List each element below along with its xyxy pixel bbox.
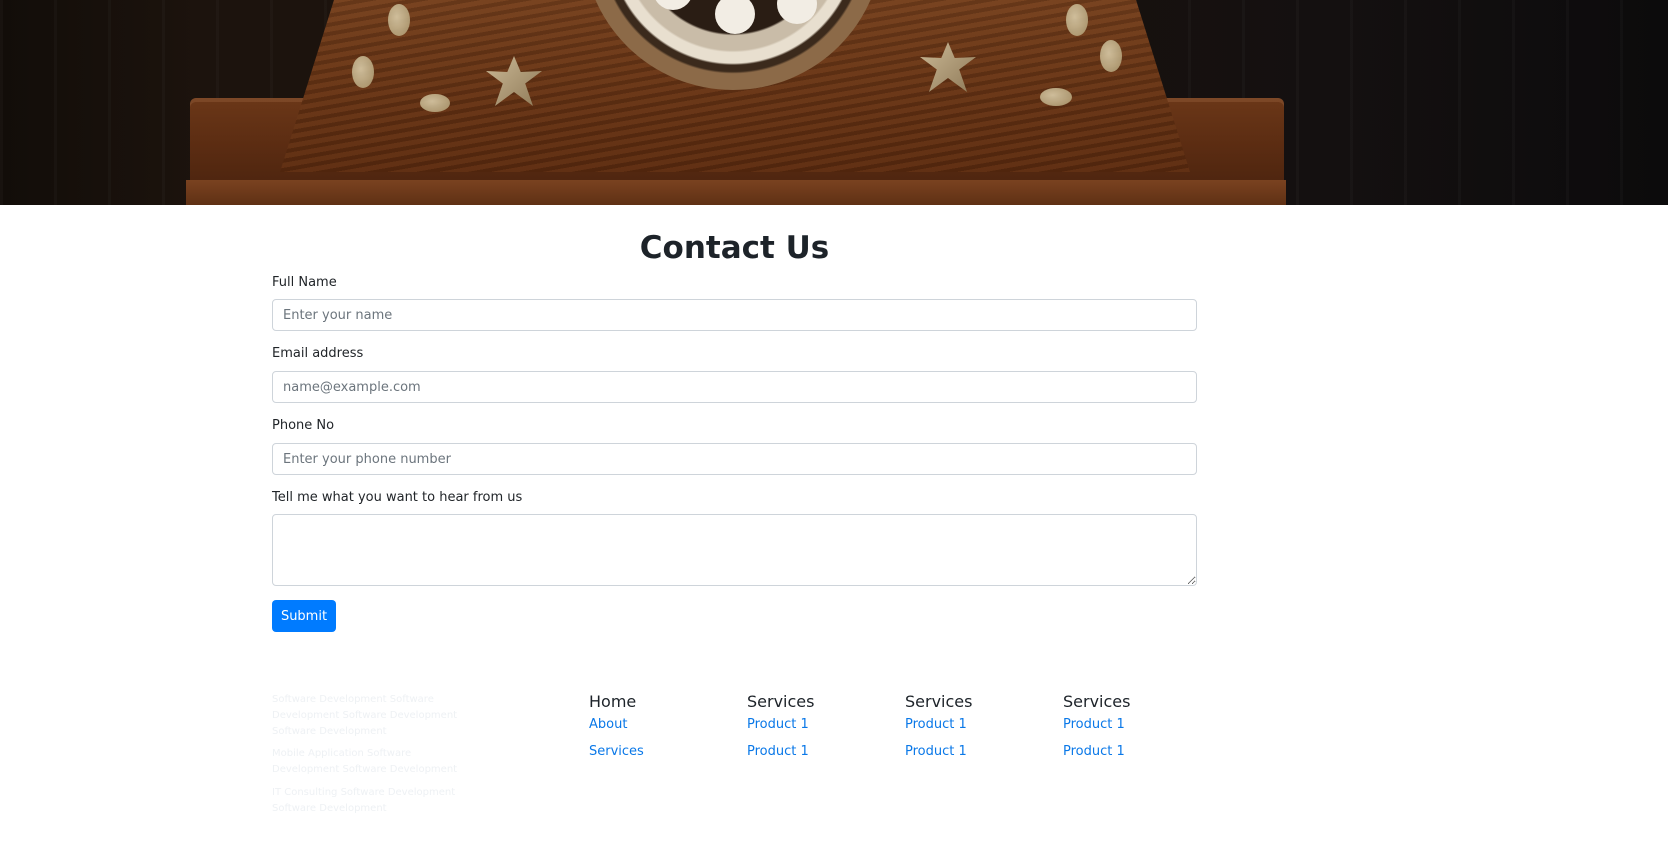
footer-link-product[interactable]: Product 1 — [747, 743, 897, 761]
footer-link-product[interactable]: Product 1 — [747, 716, 897, 734]
footer-faded-text: IT Consulting Software Development Softw… — [272, 787, 456, 814]
footer-link-product[interactable]: Product 1 — [1063, 743, 1213, 761]
email-input[interactable] — [272, 371, 1197, 403]
email-label: Email address — [272, 346, 364, 361]
footer-faded-text: Software Development Software Developmen… — [272, 694, 458, 737]
footer-column-home: Home About Services — [589, 688, 739, 761]
footer-heading: Services — [747, 692, 815, 711]
phone-input[interactable] — [272, 443, 1197, 475]
phone-label: Phone No — [272, 418, 335, 433]
inlay-leaf — [1066, 4, 1088, 36]
inlay-leaf — [420, 94, 450, 112]
message-textarea[interactable] — [272, 514, 1197, 586]
full-name-input[interactable] — [272, 299, 1197, 331]
footer-link-about[interactable]: About — [589, 716, 739, 734]
telephone-plinth — [186, 180, 1286, 205]
footer-column-services: Services Product 1 Product 1 — [905, 688, 1055, 761]
footer-faded-text: Mobile Application Software Development … — [272, 748, 458, 775]
footer-heading: Services — [905, 692, 973, 711]
message-label: Tell me what you want to hear from us — [272, 490, 523, 505]
footer-column-services: Services Product 1 Product 1 — [1063, 688, 1213, 761]
inlay-leaf — [1040, 88, 1072, 106]
page-title: Contact Us — [639, 230, 830, 266]
inlay-leaf — [1100, 40, 1122, 72]
footer-link-product[interactable]: Product 1 — [1063, 716, 1213, 734]
inlay-leaf — [388, 4, 410, 36]
footer-column-services: Services Product 1 Product 1 — [747, 688, 897, 761]
footer-heading: Services — [1063, 692, 1131, 711]
inlay-leaf — [352, 56, 374, 88]
footer-link-product[interactable]: Product 1 — [905, 716, 1055, 734]
footer-link-product[interactable]: Product 1 — [905, 743, 1055, 761]
full-name-label: Full Name — [272, 275, 337, 290]
footer-heading: Home — [589, 692, 637, 711]
submit-button[interactable]: Submit — [272, 600, 336, 632]
hero-image — [0, 0, 1668, 205]
footer-link-services[interactable]: Services — [589, 743, 739, 761]
